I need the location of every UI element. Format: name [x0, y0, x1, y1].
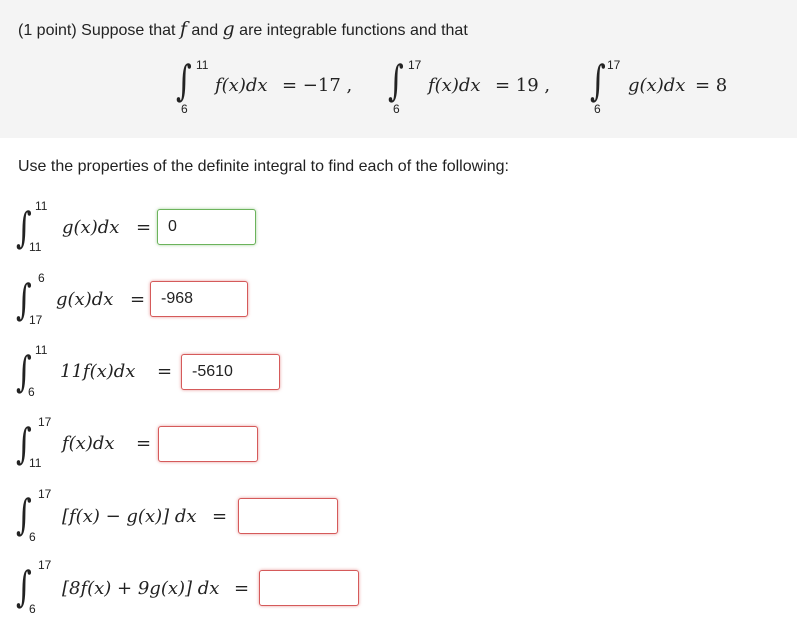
integral-sign-icon: ∫ — [176, 56, 192, 105]
equals-sign: = — [212, 506, 228, 527]
upper-limit: 17 — [38, 415, 52, 429]
problem-statement-panel: (1 point) Suppose that f and g are integ… — [0, 0, 797, 138]
lower-limit: 17 — [29, 313, 43, 327]
lower-limit: 6 — [393, 102, 400, 116]
equals-sign: = — [136, 433, 152, 454]
upper-limit: 17 — [38, 487, 52, 501]
lower-limit: 6 — [29, 602, 36, 616]
integrand: f(x)dx — [215, 75, 268, 96]
value: = 19 , — [495, 75, 551, 96]
lower-limit: 11 — [29, 240, 42, 254]
integrand: g(x)dx — [628, 75, 686, 96]
upper-limit: 6 — [38, 271, 45, 285]
integral-sign-icon: ∫ — [590, 56, 606, 105]
upper-limit: 17 — [38, 558, 52, 572]
integrand: g(x)dx — [62, 217, 120, 238]
lower-limit: 6 — [29, 530, 36, 544]
instructions: Use the properties of the definite integ… — [18, 158, 509, 175]
g-symbol: g — [222, 18, 235, 40]
answer-input-5[interactable] — [238, 498, 338, 534]
lower-limit: 6 — [181, 102, 188, 116]
integrand: g(x)dx — [56, 289, 114, 310]
and-text: and — [191, 22, 219, 39]
value: = −17 , — [282, 75, 353, 96]
integrand: 11f(x)dx — [60, 361, 136, 382]
tail-text: are integrable functions and that — [239, 22, 468, 39]
header-text: (1 point) Suppose that — [18, 22, 176, 39]
lower-limit: 6 — [594, 102, 601, 116]
upper-limit: 11 — [35, 343, 48, 357]
answer-input-2[interactable]: -968 — [150, 281, 248, 317]
lower-limit: 6 — [28, 385, 35, 399]
answer-input-1[interactable]: 0 — [157, 209, 256, 245]
integrand: f(x)dx — [428, 75, 481, 96]
value: = 8 — [695, 75, 728, 96]
f-symbol: f — [179, 18, 187, 40]
lower-limit: 11 — [29, 456, 42, 470]
equals-sign: = — [234, 578, 250, 599]
upper-limit: 17 — [607, 58, 621, 72]
upper-limit: 11 — [35, 199, 48, 213]
integrand: [f(x) − g(x)] dx — [62, 506, 197, 527]
equals-sign: = — [157, 361, 173, 382]
equals-sign: = — [136, 217, 152, 238]
upper-limit: 17 — [408, 58, 422, 72]
integral-sign-icon: ∫ — [388, 56, 404, 105]
equals-sign: = — [130, 289, 146, 310]
answer-input-4[interactable] — [158, 426, 258, 462]
problem-header: (1 point) Suppose that f and g are integ… — [18, 18, 468, 40]
integrand: [8f(x) + 9g(x)] dx — [62, 578, 220, 599]
integrand: f(x)dx — [62, 433, 115, 454]
answer-input-3[interactable]: -5610 — [181, 354, 280, 390]
answer-input-6[interactable] — [259, 570, 359, 606]
upper-limit: 11 — [196, 58, 209, 72]
